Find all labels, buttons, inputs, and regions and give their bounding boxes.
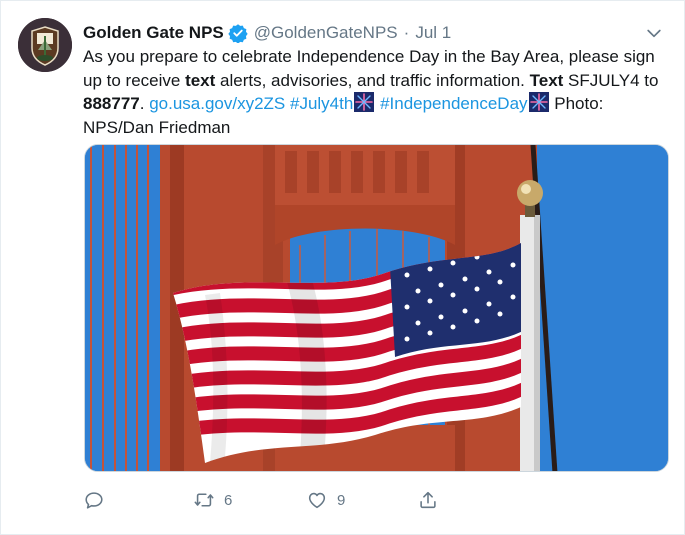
flag-bridge-photo — [85, 145, 668, 471]
fireworks-icon — [354, 92, 375, 112]
text-segment: SFJULY4 to — [563, 70, 659, 90]
hashtag-july4th[interactable]: #July4th — [290, 94, 353, 113]
hashtag-independenceday[interactable]: #IndependenceDay — [380, 94, 527, 113]
author-handle[interactable]: @GoldenGateNPS — [254, 23, 398, 43]
author-name[interactable]: Golden Gate NPS — [83, 23, 224, 43]
avatar[interactable] — [18, 18, 72, 72]
retweet-icon — [194, 493, 214, 507]
fireworks-icon — [528, 92, 549, 112]
tweet-date[interactable]: Jul 1 — [415, 23, 451, 43]
retweet-count: 6 — [224, 491, 233, 509]
text-bold: text — [185, 70, 216, 90]
verified-badge-icon — [228, 24, 248, 43]
tweet-header: Golden Gate NPS @GoldenGateNPS · Jul 1 — [83, 21, 664, 45]
separator: · — [403, 23, 410, 42]
reply-icon — [85, 492, 103, 509]
share-icon — [420, 491, 436, 509]
chevron-down-icon[interactable] — [644, 23, 664, 43]
tweet-text: As you prepare to celebrate Independence… — [83, 45, 673, 139]
share-button[interactable] — [417, 489, 439, 511]
tweet-actions: 6 9 — [83, 489, 443, 513]
retweet-button[interactable]: 6 — [193, 489, 232, 511]
tweet-media[interactable] — [84, 144, 669, 472]
text-bold: 888777 — [83, 94, 140, 113]
reply-button[interactable] — [83, 489, 114, 511]
tweet-link[interactable]: go.usa.gov/xy2ZS — [149, 94, 285, 113]
like-icon — [308, 492, 326, 509]
text-segment: alerts, advisories, and traffic informat… — [215, 70, 530, 90]
like-button[interactable]: 9 — [306, 489, 345, 511]
nps-logo-icon — [18, 18, 72, 72]
like-count: 9 — [337, 491, 346, 509]
tweet-card[interactable]: Golden Gate NPS @GoldenGateNPS · Jul 1 A… — [0, 0, 685, 535]
text-segment: . — [139, 94, 150, 113]
text-bold: Text — [529, 70, 564, 90]
